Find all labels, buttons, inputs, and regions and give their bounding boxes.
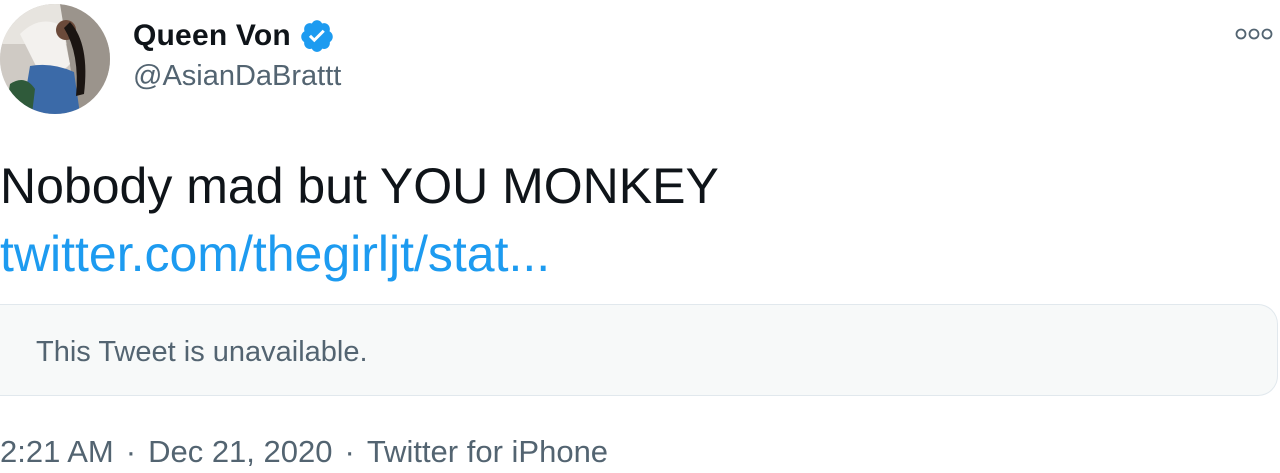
author-name-row: Queen Von [133,14,335,58]
display-name[interactable]: Queen Von [133,19,291,53]
tweet-source[interactable]: Twitter for iPhone [367,434,608,469]
quoted-tweet-unavailable-text: This Tweet is unavailable. [36,336,368,368]
meta-separator: · [125,434,137,469]
tweet-date[interactable]: Dec 21, 2020 [148,434,332,469]
quoted-tweet-card[interactable]: This Tweet is unavailable. [0,304,1278,396]
tweet-link[interactable]: twitter.com/thegirljt/stat... [0,224,550,284]
meta-separator: · [344,434,355,469]
tweet-card: Queen Von @AsianDaBrattt Nobody mad but … [0,0,1280,473]
tweet-time[interactable]: 2:21 AM [0,434,114,469]
tweet-text: Nobody mad but YOU MONKEY [0,158,719,214]
tweet-meta: 2:21 AM · Dec 21, 2020 · Twitter for iPhone [0,434,608,470]
more-options-icon[interactable] [1234,26,1274,42]
verified-badge-icon [299,18,335,54]
avatar[interactable] [0,4,110,114]
author-handle[interactable]: @AsianDaBrattt [133,60,341,93]
